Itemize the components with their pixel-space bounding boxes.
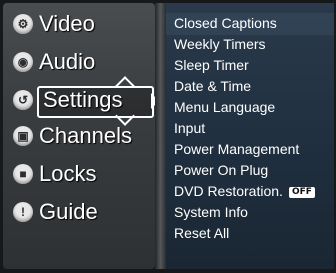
menu-item-label: Guide xyxy=(39,199,98,224)
info-icon: ! xyxy=(13,202,33,222)
menu-item-label: Locks xyxy=(39,161,97,186)
status-badge: OFF xyxy=(288,186,315,198)
menu-item-locks[interactable]: ■ Locks xyxy=(3,159,155,191)
panel-divider xyxy=(155,3,166,269)
submenu-item-date-time[interactable]: Date & Time xyxy=(174,76,251,96)
submenu-item-dvd-restoration[interactable]: DVD Restoration. OFF xyxy=(174,181,315,201)
settings-icon: ↺ xyxy=(13,90,33,110)
menu-item-video[interactable]: ⚙ Video xyxy=(3,9,155,41)
submenu-item-power-on-plug[interactable]: Power On Plug xyxy=(174,160,268,180)
submenu-item-label: DVD Restoration. xyxy=(174,183,283,199)
tv-settings-screen: ⚙ Video ◉ Audio ↺ Settings ▣ Channels ■ … xyxy=(0,0,336,273)
submenu-item-menu-language[interactable]: Menu Language xyxy=(174,97,275,117)
submenu-item-reset-all[interactable]: Reset All xyxy=(174,223,229,243)
menu-item-audio[interactable]: ◉ Audio xyxy=(3,47,155,79)
menu-item-label: Settings xyxy=(43,87,123,112)
submenu-item-closed-captions[interactable]: Closed Captions xyxy=(174,13,277,33)
submenu-item-system-info[interactable]: System Info xyxy=(174,202,248,222)
submenu-item-input[interactable]: Input xyxy=(174,118,205,138)
submenu-item-sleep-timer[interactable]: Sleep Timer xyxy=(174,55,249,75)
menu-item-label: Audio xyxy=(39,49,96,74)
submenu-item-power-management[interactable]: Power Management xyxy=(174,139,299,159)
menu-item-guide[interactable]: ! Guide xyxy=(3,197,155,229)
submenu-item-weekly-timers[interactable]: Weekly Timers xyxy=(174,34,266,54)
menu-item-settings[interactable]: ↺ Settings xyxy=(3,76,159,126)
menu-item-label: Video xyxy=(39,11,95,36)
lock-icon: ■ xyxy=(13,164,33,184)
gear-icon: ⚙ xyxy=(13,14,33,34)
menu-item-label: Channels xyxy=(39,123,132,148)
main-menu-panel: ⚙ Video ◉ Audio ↺ Settings ▣ Channels ■ … xyxy=(3,3,159,269)
tv-icon: ▣ xyxy=(13,126,33,146)
menu-item-channels[interactable]: ▣ Channels xyxy=(3,121,155,153)
speaker-icon: ◉ xyxy=(13,52,33,72)
